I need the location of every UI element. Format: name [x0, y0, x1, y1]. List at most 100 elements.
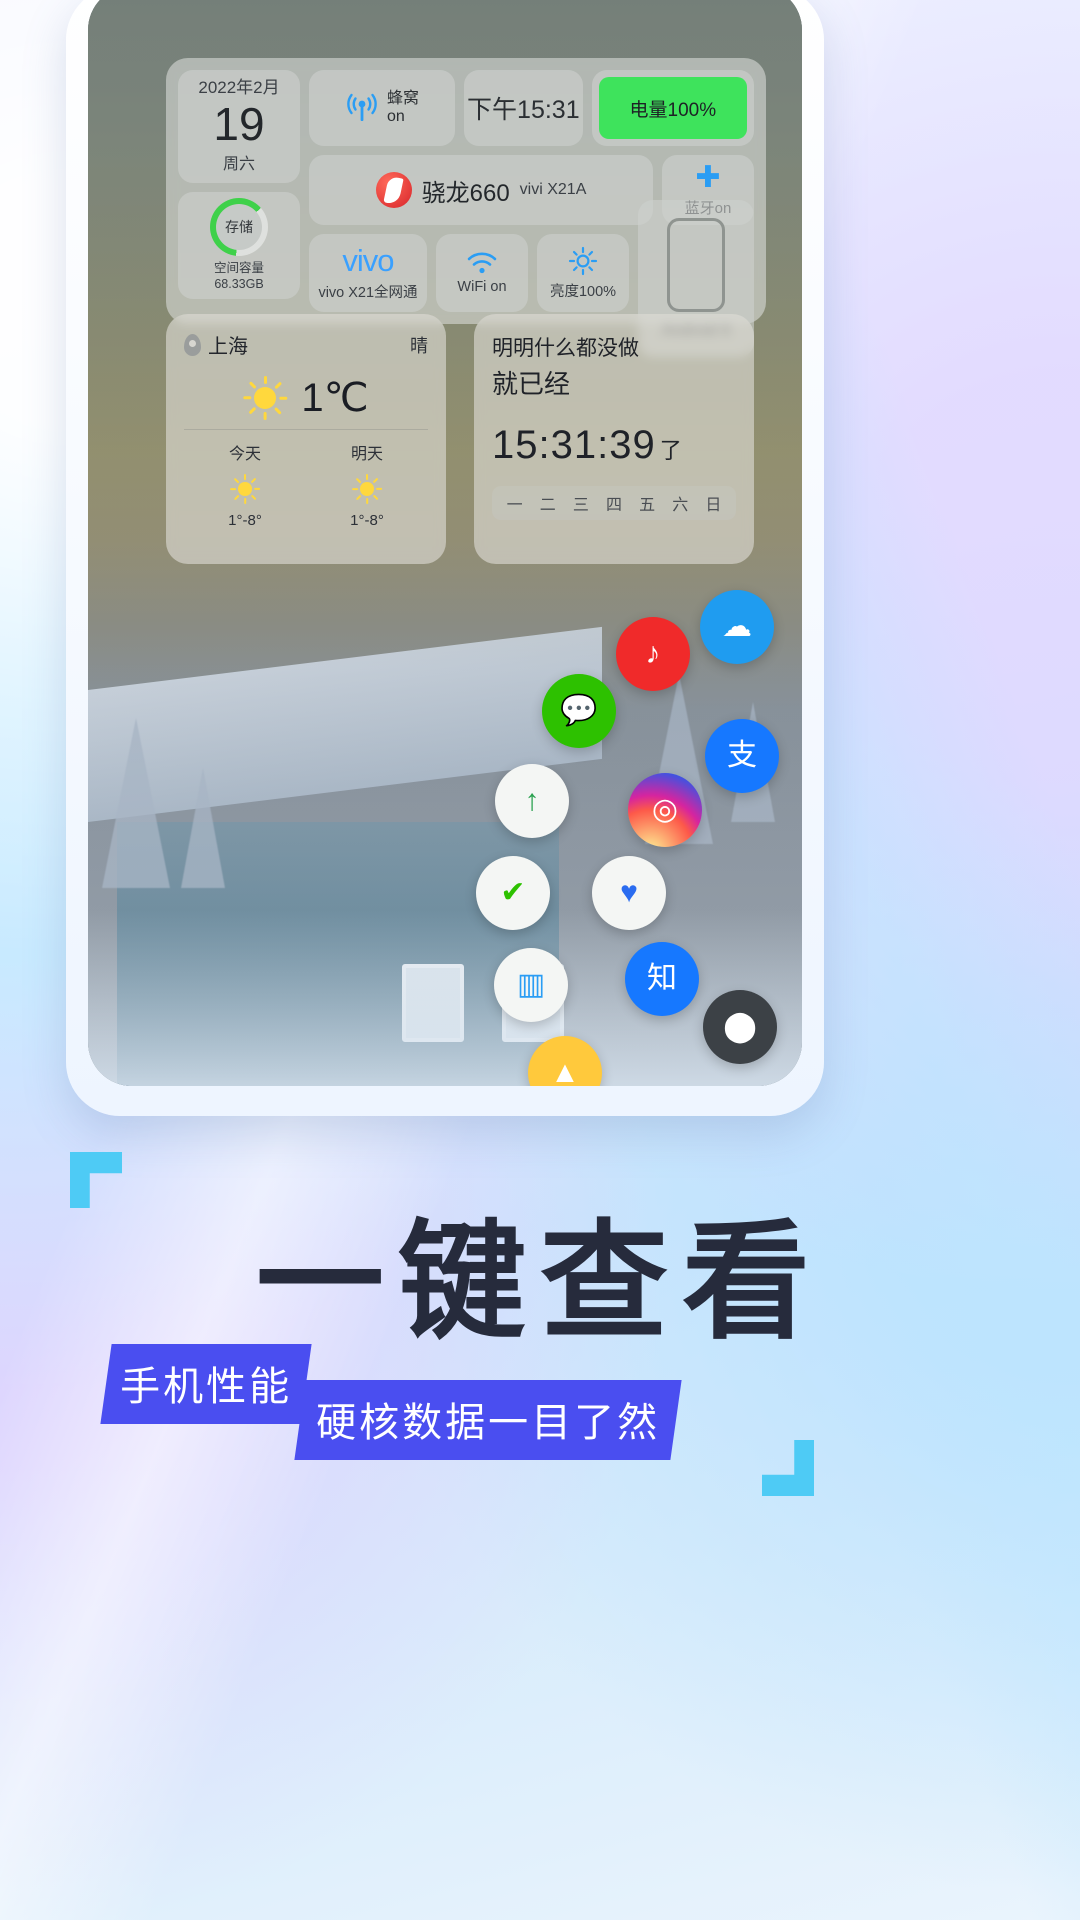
weekday-tue: 二 [539, 497, 556, 514]
weekday-sat: 六 [672, 497, 689, 514]
forecast-icon-wrap [184, 474, 306, 504]
wifi-tile[interactable]: WiFi on [436, 234, 528, 312]
cellular-label-line2: on [386, 108, 405, 125]
clock-line-1: 明明什么都没做 [492, 337, 639, 360]
instagram-icon[interactable]: ◎ [628, 773, 702, 847]
weekday-fri: 五 [639, 497, 656, 514]
wechat-pay-icon[interactable]: ✔ [476, 856, 550, 930]
cellular-tile[interactable]: 蜂窝 on [309, 70, 455, 146]
zhihu-icon-glyph: 知 [647, 962, 677, 995]
clock-time-suffix: 了 [659, 438, 683, 463]
weekday-wed: 三 [572, 497, 589, 514]
wechat-pay-icon-glyph: ✔ [500, 876, 526, 909]
subtitle-badge-1: 手机性能 [100, 1344, 312, 1424]
subtitle-badge-2-label: 硬核数据一目了然 [316, 1401, 661, 1445]
weather-header: 上海 晴 [184, 330, 428, 359]
forecast-day-label: 今天 [228, 446, 261, 463]
zhihu-icon[interactable]: 知 [625, 942, 699, 1016]
wechat-icon-glyph: 💬 [560, 694, 598, 727]
sun-icon [230, 474, 261, 504]
battery-tile[interactable]: 电量100% [591, 70, 754, 146]
health-code-icon-glyph: ♥ [620, 876, 638, 909]
cellular-label: 蜂窝 on [387, 90, 419, 127]
page-title: 一键查看 [255, 1211, 824, 1354]
storage-caption-line1: 空间容量 [213, 261, 264, 276]
snapdragon-icon [375, 172, 412, 208]
forecast-item-today: 今天 1°-8° [184, 440, 306, 529]
clock-time-value: 15:31:39 [492, 423, 656, 467]
sun-icon [352, 474, 383, 504]
cellular-label-line1: 蜂窝 [386, 89, 419, 107]
subtitle-badge-1-label: 手机性能 [120, 1365, 293, 1409]
brand-label: vivo X21全网通 [318, 284, 418, 301]
netease-music-icon-glyph: ♪ [645, 637, 661, 670]
scan-code-icon-glyph: ▥ [516, 968, 546, 1001]
weather-app-icon-glyph: ☁ [722, 610, 752, 643]
weather-city: 上海 [184, 330, 248, 359]
alipay-icon-glyph: 支 [727, 739, 757, 772]
weather-widget[interactable]: 上海 晴 1℃ 今天 1°-8° 明天 1°-8° [166, 314, 446, 564]
phone-screen: 2022年2月 19 周六 存储 空间容量 68.33GB 蜂窝 on 下午15… [88, 0, 802, 1086]
bluetooth-icon: ✚ [695, 160, 721, 194]
forecast-range: 1°-8° [350, 512, 384, 529]
update-arrow-icon[interactable]: ↑ [495, 764, 569, 838]
health-code-icon[interactable]: ♥ [592, 856, 666, 930]
battery-level-label: 电量100% [598, 77, 747, 139]
wifi-icon [467, 252, 497, 274]
forecast-range: 1°-8° [228, 512, 262, 529]
clock-weekday-row: 一 二 三 四 五 六 日 [492, 486, 736, 520]
forecast-icon-wrap [306, 474, 428, 504]
weather-city-label: 上海 [208, 336, 248, 358]
sun-icon [243, 376, 288, 420]
weather-forecast: 今天 1°-8° 明天 1°-8° [184, 440, 428, 529]
date-weekday: 周六 [222, 156, 255, 174]
camera-icon[interactable]: ⬤ [703, 990, 777, 1064]
clock-line-2: 就已经 [492, 369, 571, 399]
storage-tile[interactable]: 存储 空间容量 68.33GB [178, 192, 300, 299]
storage-caption-line2: 68.33GB [214, 277, 264, 291]
scan-code-icon[interactable]: ▥ [494, 948, 568, 1022]
cpu-tile[interactable]: 骁龙660 vivi X21A [309, 155, 653, 225]
weekday-sun: 日 [705, 497, 722, 514]
weather-divider [184, 429, 428, 430]
storage-caption: 空间容量 68.33GB [214, 261, 264, 292]
phone-outline-icon [667, 217, 725, 312]
subtitle-group: 手机性能 硬核数据一目了然 [0, 1338, 1080, 1460]
phone-mockup-frame: 2022年2月 19 周六 存储 空间容量 68.33GB 蜂窝 on 下午15… [66, 0, 824, 1116]
weekday-thu: 四 [605, 497, 622, 514]
wifi-label: WiFi on [457, 279, 507, 295]
brightness-icon [568, 246, 598, 275]
weather-condition: 晴 [410, 335, 428, 356]
date-day: 19 [213, 97, 265, 150]
vivo-logo: vivo [342, 242, 394, 278]
storage-ring-label: 存储 [225, 219, 253, 236]
weather-temperature: 1℃ [301, 376, 369, 420]
location-pin-icon [184, 333, 201, 356]
cpu-name: 骁龙660 [421, 179, 510, 207]
brightness-label: 亮度100% [549, 283, 617, 300]
alipay-icon[interactable]: 支 [705, 719, 779, 793]
date-year-month: 2022年2月 [198, 77, 280, 97]
clock-tile[interactable]: 下午15:31 [464, 70, 583, 146]
instagram-icon-glyph: ◎ [651, 793, 679, 826]
weekday-mon: 一 [506, 497, 523, 514]
countdown-clock-widget[interactable]: 明明什么都没做 就已经 15:31:39 了 一 二 三 四 五 六 日 [474, 314, 754, 564]
forecast-day-label: 明天 [350, 446, 383, 463]
weather-current: 1℃ [184, 375, 428, 421]
device-info-widget[interactable]: 2022年2月 19 周六 存储 空间容量 68.33GB 蜂窝 on 下午15… [166, 58, 766, 357]
brightness-tile[interactable]: 亮度100% [537, 234, 629, 312]
clock-time: 15:31:39 了 [492, 423, 736, 468]
weather-app-icon[interactable]: ☁ [700, 590, 774, 664]
update-arrow-icon-glyph: ↑ [524, 784, 540, 817]
camera-icon-glyph: ⬤ [723, 1010, 757, 1043]
date-tile[interactable]: 2022年2月 19 周六 [178, 70, 300, 183]
flashlight-icon-glyph: ▲ [550, 1056, 580, 1087]
cpu-model: vivi X21A [519, 181, 587, 198]
brand-tile[interactable]: vivo vivo X21全网通 [309, 234, 427, 312]
netease-music-icon[interactable]: ♪ [616, 617, 690, 691]
cellular-signal-icon [347, 93, 377, 121]
forecast-item-tomorrow: 明天 1°-8° [306, 440, 428, 529]
wechat-icon[interactable]: 💬 [542, 674, 616, 748]
subtitle-badge-2: 硬核数据一目了然 [294, 1380, 682, 1460]
storage-ring-icon: 存储 [210, 198, 268, 257]
